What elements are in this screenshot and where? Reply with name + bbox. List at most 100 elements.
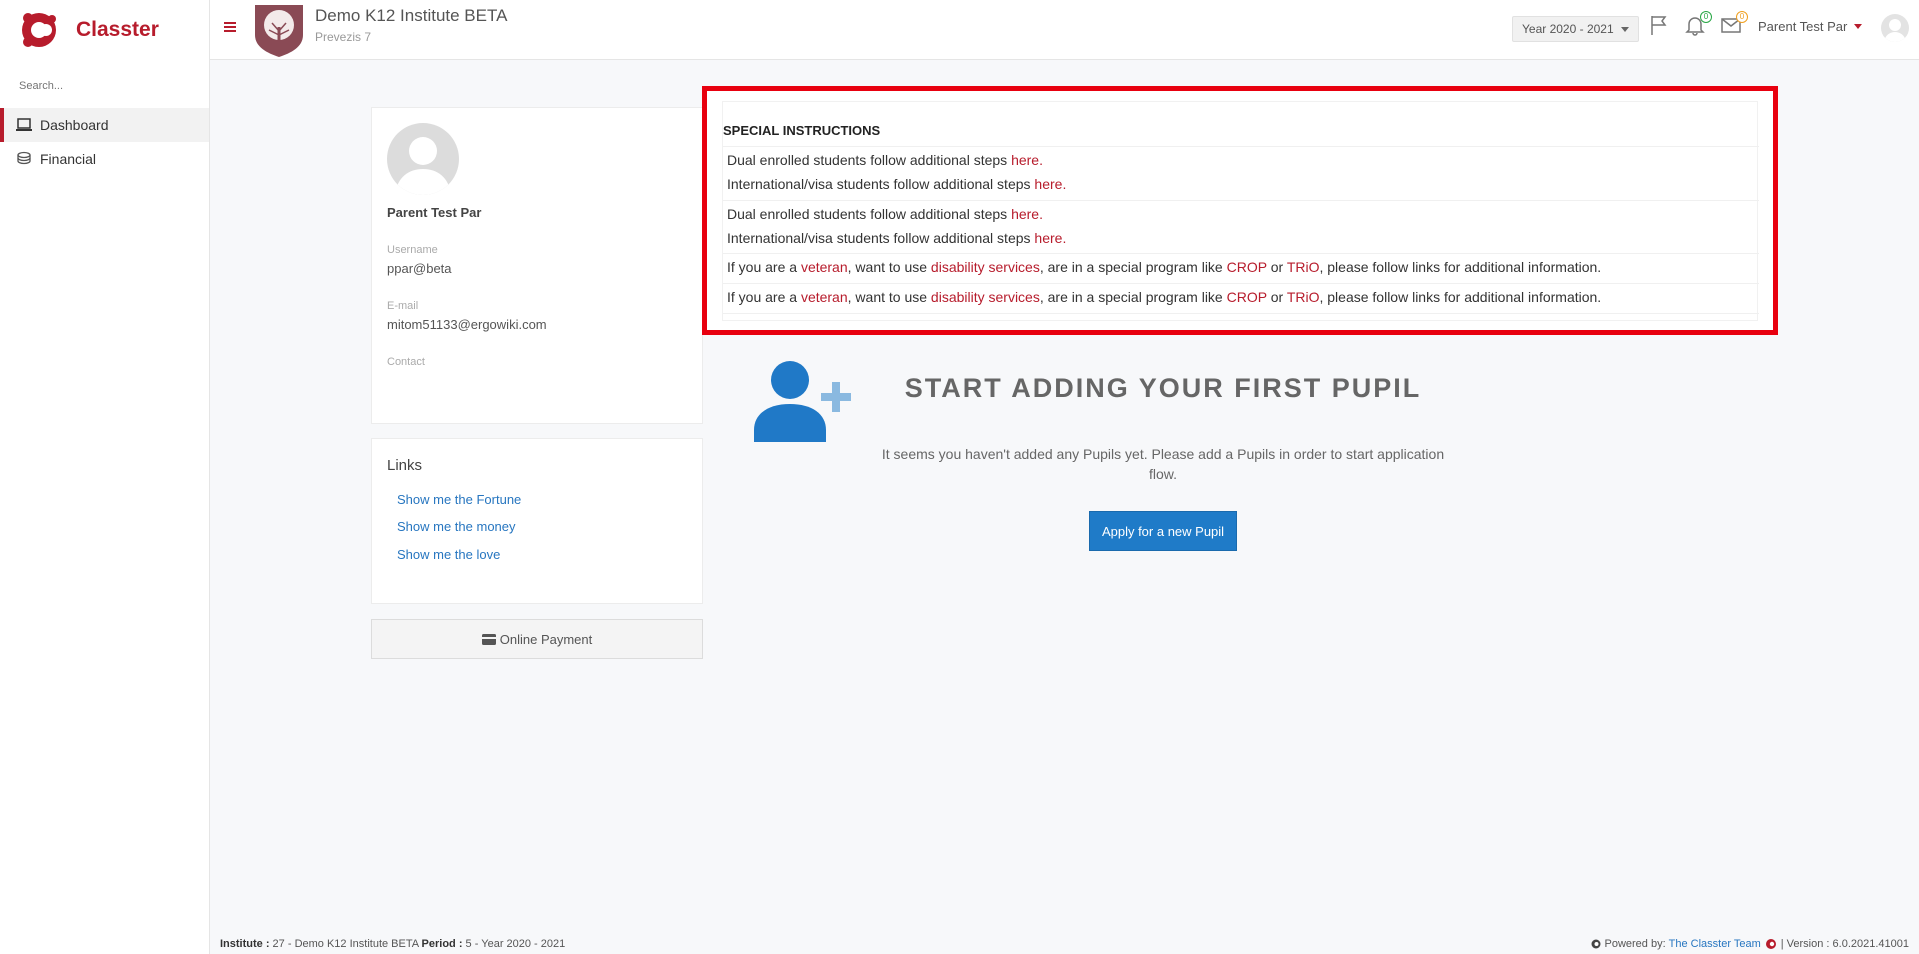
classter-logo-icon	[1765, 939, 1776, 949]
sidebar-item-financial[interactable]: Financial	[0, 142, 209, 176]
instruction-text: , please follow links for additional inf…	[1319, 259, 1602, 275]
add-user-icon	[754, 361, 851, 442]
disability-services-link[interactable]: disability services	[931, 259, 1040, 275]
instruction-text: or	[1266, 259, 1287, 275]
divider	[723, 146, 1759, 147]
profile-name: Parent Test Par	[387, 205, 482, 220]
user-menu[interactable]: Parent Test Par	[1758, 19, 1863, 34]
institute-name: Demo K12 Institute BETA	[315, 6, 508, 25]
period-text: .	[1062, 230, 1067, 246]
empty-state-text: It seems you haven't added any Pupils ye…	[881, 446, 1445, 482]
links-title: Links	[387, 457, 423, 474]
crop-link[interactable]: CROP	[1227, 289, 1267, 305]
top-header: Demo K12 Institute BETA Prevezis 7 Year …	[210, 0, 1919, 60]
here-link[interactable]: here	[1011, 206, 1039, 222]
instruction-veteran-1: If you are a veteran, want to use disabi…	[727, 259, 1601, 275]
instruction-text: , want to use	[847, 289, 931, 305]
instruction-dual-1: Dual enrolled students follow additional…	[727, 152, 1043, 168]
instruction-text: International/visa students follow addit…	[727, 230, 1035, 246]
username-label: Username	[387, 244, 438, 256]
footer-institute-label: Institute :	[220, 938, 270, 950]
instruction-intl-1: International/visa students follow addit…	[727, 176, 1066, 192]
footer-info: Institute : 27 - Demo K12 Institute BETA…	[220, 938, 565, 950]
empty-state-title: START ADDING YOUR FIRST PUPIL	[904, 373, 1422, 403]
special-instructions-title: SPECIAL INSTRUCTIONS	[723, 123, 881, 138]
institute-logo-icon	[255, 5, 303, 57]
notifications-button[interactable]: 0	[1684, 11, 1712, 36]
messages-badge: 0	[1736, 11, 1748, 23]
instruction-text: , want to use	[847, 259, 931, 275]
crop-link[interactable]: CROP	[1227, 259, 1267, 275]
chevron-down-icon	[1620, 26, 1629, 32]
messages-button[interactable]: 0	[1720, 11, 1748, 36]
flag-icon	[1651, 16, 1667, 35]
footer-credits: Powered by: The Classter Team | Version …	[1591, 938, 1909, 950]
flag-button[interactable]	[1648, 14, 1670, 36]
here-link[interactable]: here	[1011, 152, 1039, 168]
contact-label: Contact	[387, 356, 425, 368]
profile-card: Parent Test Par Username ppar@beta E-mai…	[371, 107, 703, 424]
online-payment-button[interactable]: Online Payment	[371, 619, 703, 659]
online-payment-label: Online Payment	[499, 631, 593, 647]
footer: Institute : 27 - Demo K12 Institute BETA…	[210, 932, 1919, 954]
link-money[interactable]: Show me the money	[397, 519, 516, 534]
sidebar-item-label: Financial	[40, 151, 97, 167]
brand[interactable]: Classter	[0, 0, 209, 60]
link-fortune[interactable]: Show me the Fortune	[397, 492, 521, 507]
veteran-link[interactable]: veteran	[801, 289, 848, 305]
special-instructions-panel: SPECIAL INSTRUCTIONS Dual enrolled stude…	[702, 86, 1778, 335]
institute-address: Prevezis 7	[315, 30, 372, 44]
instruction-text: , please follow links for additional inf…	[1319, 289, 1602, 305]
special-instructions-content: SPECIAL INSTRUCTIONS Dual enrolled stude…	[722, 101, 1759, 321]
user-name: Parent Test Par	[1758, 19, 1848, 34]
laptop-icon	[16, 117, 32, 133]
sidebar-item-dashboard[interactable]: Dashboard	[0, 108, 209, 142]
year-selector[interactable]: Year 2020 - 2021	[1512, 16, 1639, 42]
footer-period-label: Period :	[421, 938, 463, 950]
user-silhouette-icon	[395, 137, 451, 195]
coins-icon	[16, 151, 32, 167]
here-link[interactable]: here	[1034, 176, 1062, 192]
classter-logo-icon	[22, 13, 56, 47]
sidebar-search[interactable]	[0, 74, 209, 98]
trio-link[interactable]: TRiO	[1287, 259, 1320, 275]
year-selector-value: Year 2020 - 2021	[1522, 22, 1614, 36]
trio-link[interactable]: TRiO	[1287, 289, 1320, 305]
powered-by-text: Powered by:	[1604, 938, 1666, 950]
avatar[interactable]	[1881, 14, 1909, 42]
instruction-veteran-2: If you are a veteran, want to use disabi…	[727, 289, 1601, 305]
instruction-dual-2: Dual enrolled students follow additional…	[727, 206, 1043, 222]
disability-services-link[interactable]: disability services	[931, 289, 1040, 305]
divider	[723, 253, 1759, 254]
credit-card-icon	[481, 633, 496, 645]
instruction-text: If you are a	[727, 259, 801, 275]
divider	[723, 200, 1759, 201]
search-input[interactable]	[19, 80, 190, 92]
avatar	[387, 123, 459, 195]
email-label: E-mail	[387, 300, 419, 312]
period-text: .	[1039, 152, 1043, 168]
sidebar: Classter Dashboard Financial	[0, 0, 210, 954]
instruction-text: Dual enrolled students follow additional…	[727, 152, 1012, 168]
instruction-text: If you are a	[727, 289, 801, 305]
instruction-text: , are in a special program like	[1039, 259, 1227, 275]
instruction-text: or	[1266, 289, 1287, 305]
classter-team-link[interactable]: The Classter Team	[1669, 938, 1761, 950]
here-link[interactable]: here	[1034, 230, 1062, 246]
instruction-text: , are in a special program like	[1039, 289, 1227, 305]
apply-new-pupil-button[interactable]: Apply for a new Pupil	[1089, 511, 1237, 551]
chevron-down-icon	[1854, 24, 1863, 29]
brand-name: Classter	[76, 18, 159, 41]
divider	[723, 313, 1759, 314]
link-love[interactable]: Show me the love	[397, 547, 500, 562]
veteran-link[interactable]: veteran	[801, 259, 848, 275]
period-text: .	[1039, 206, 1043, 222]
email-value: mitom51133@ergowiki.com	[387, 317, 547, 332]
sidebar-item-label: Dashboard	[40, 117, 109, 133]
version-text: | Version : 6.0.2021.41001	[1780, 938, 1909, 950]
links-card: Links Show me the Fortune Show me the mo…	[371, 438, 703, 604]
instruction-text: International/visa students follow addit…	[727, 176, 1035, 192]
username-value: ppar@beta	[387, 261, 452, 276]
hamburger-menu-icon[interactable]	[224, 20, 238, 34]
notifications-badge: 0	[1700, 11, 1712, 23]
